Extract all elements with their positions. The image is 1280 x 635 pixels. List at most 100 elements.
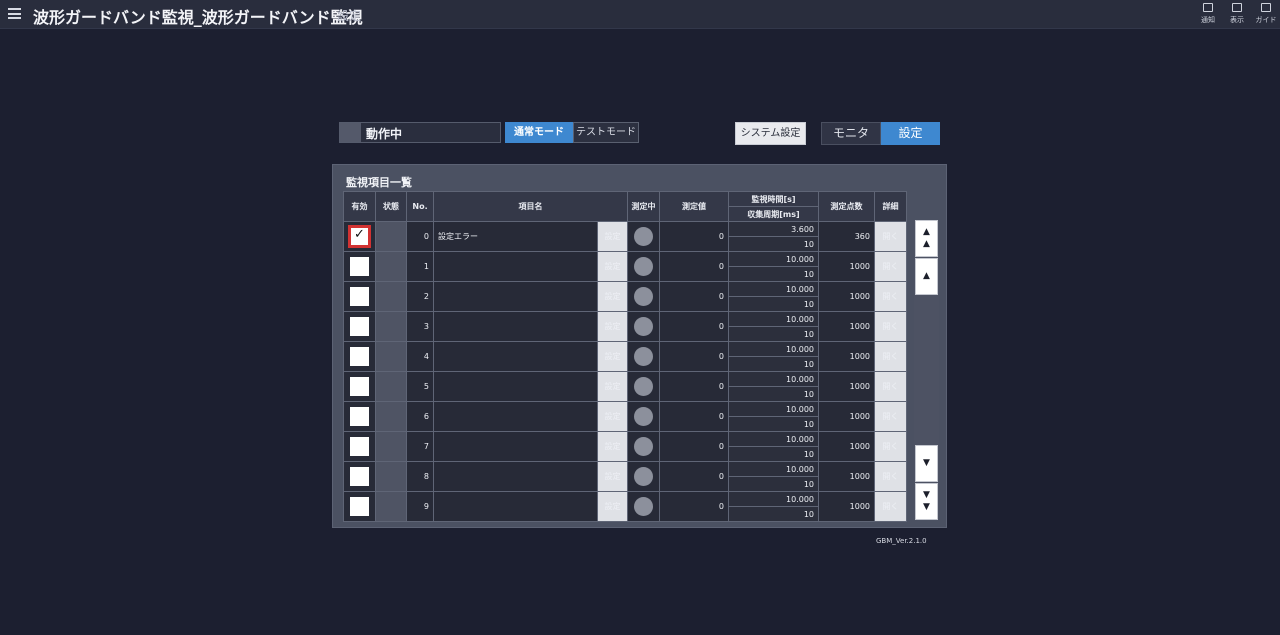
open-detail-button[interactable]: 開く <box>874 401 907 432</box>
open-detail-button[interactable]: 開く <box>874 311 907 342</box>
enabled-cell <box>343 251 376 282</box>
row-number: 5 <box>406 371 434 402</box>
enabled-cell <box>343 461 376 492</box>
scroll-bottom-button[interactable]: ▼ ▼ <box>915 483 938 520</box>
col-state: 状態 <box>375 191 407 222</box>
enabled-checkbox[interactable] <box>350 497 369 516</box>
hamburger-menu-icon[interactable] <box>8 8 21 19</box>
item-name <box>433 461 598 492</box>
state-indicator <box>375 401 407 432</box>
measuring-indicator <box>627 371 660 402</box>
row-number: 2 <box>406 281 434 312</box>
enabled-cell <box>343 431 376 462</box>
open-detail-button[interactable]: 開く <box>874 461 907 492</box>
point-count: 1000 <box>818 431 875 462</box>
measured-value: 0 <box>659 311 729 342</box>
item-settings-button[interactable]: 設定 <box>597 371 628 402</box>
state-indicator <box>375 461 407 492</box>
item-settings-button[interactable]: 設定 <box>597 341 628 372</box>
table-row: ✓ 0 設定エラー 設定 0 3.600 360 開く <box>343 221 907 252</box>
measuring-indicator <box>627 221 660 252</box>
measured-value: 0 <box>659 461 729 492</box>
open-detail-button[interactable]: 開く <box>874 431 907 462</box>
normal-mode-button[interactable]: 通常モード <box>505 122 573 143</box>
monitor-time-value: 10.000 <box>728 251 819 267</box>
notification-button[interactable]: 通知 <box>1196 3 1220 25</box>
item-settings-button[interactable]: 設定 <box>597 461 628 492</box>
scroll-up-button[interactable]: ▲ <box>915 258 938 295</box>
point-count: 360 <box>818 221 875 252</box>
row-number: 4 <box>406 341 434 372</box>
row-number: 3 <box>406 311 434 342</box>
enabled-cell <box>343 311 376 342</box>
enabled-checkbox[interactable] <box>350 407 369 426</box>
measuring-indicator <box>627 401 660 432</box>
state-indicator <box>375 281 407 312</box>
col-measured-value: 測定値 <box>659 191 729 222</box>
open-detail-button[interactable]: 開く <box>874 251 907 282</box>
down-arrow-icon: ▼ <box>923 458 930 468</box>
item-settings-button[interactable]: 設定 <box>597 221 628 252</box>
enabled-cell <box>343 281 376 312</box>
scroll-down-button[interactable]: ▼ <box>915 445 938 482</box>
guide-button[interactable]: ガイド <box>1254 3 1278 25</box>
open-detail-button[interactable]: 開く <box>874 281 907 312</box>
top-bar: 波形ガードバンド監視_波形ガードバンド監視 設定 通知 表示 ガイド <box>0 0 1280 29</box>
item-settings-button[interactable]: 設定 <box>597 491 628 522</box>
sample-period-value: 10 <box>728 416 819 432</box>
item-settings-button[interactable]: 設定 <box>597 311 628 342</box>
system-settings-button[interactable]: システム設定 <box>735 122 806 145</box>
table-row: 8 設定 0 10.000 1000 開く <box>343 461 907 492</box>
sample-period-value: 10 <box>728 356 819 372</box>
item-name <box>433 341 598 372</box>
measuring-lamp-icon <box>634 467 653 486</box>
table-row: 3 設定 0 10.000 1000 開く <box>343 311 907 342</box>
measuring-indicator <box>627 251 660 282</box>
item-settings-button[interactable]: 設定 <box>597 401 628 432</box>
monitor-time-value: 3.600 <box>728 221 819 237</box>
state-indicator <box>375 341 407 372</box>
measuring-lamp-icon <box>634 437 653 456</box>
enabled-cell <box>343 401 376 432</box>
measuring-indicator <box>627 431 660 462</box>
item-name <box>433 431 598 462</box>
tab-settings[interactable]: 設定 <box>881 122 940 145</box>
notification-label: 通知 <box>1201 16 1215 24</box>
item-name <box>433 281 598 312</box>
enabled-checkbox[interactable] <box>350 287 369 306</box>
enabled-checkbox[interactable] <box>350 257 369 276</box>
scroll-top-button[interactable]: ▲ ▲ <box>915 220 938 257</box>
measuring-indicator <box>627 311 660 342</box>
notification-icon <box>1203 3 1213 12</box>
display-label: 表示 <box>1230 16 1244 24</box>
panel-title: 監視項目一覧 <box>346 176 412 189</box>
monitor-time-value: 10.000 <box>728 311 819 327</box>
state-indicator <box>375 311 407 342</box>
measuring-lamp-icon <box>634 497 653 516</box>
check-icon: ✓ <box>354 227 365 242</box>
measuring-lamp-icon <box>634 317 653 336</box>
measured-value: 0 <box>659 341 729 372</box>
enabled-checkbox[interactable] <box>350 377 369 396</box>
sample-period-value: 10 <box>728 476 819 492</box>
table-row: 4 設定 0 10.000 1000 開く <box>343 341 907 372</box>
open-detail-button[interactable]: 開く <box>874 491 907 522</box>
item-settings-button[interactable]: 設定 <box>597 431 628 462</box>
col-item-name: 項目名 <box>433 191 628 222</box>
enabled-checkbox[interactable] <box>350 467 369 486</box>
enabled-checkbox[interactable] <box>350 317 369 336</box>
open-detail-button[interactable]: 開く <box>874 221 907 252</box>
item-settings-button[interactable]: 設定 <box>597 281 628 312</box>
item-settings-button[interactable]: 設定 <box>597 251 628 282</box>
col-measuring: 測定中 <box>627 191 660 222</box>
test-mode-button[interactable]: テストモード <box>573 122 639 143</box>
enabled-checkbox[interactable] <box>350 347 369 366</box>
display-button[interactable]: 表示 <box>1225 3 1249 25</box>
open-detail-button[interactable]: 開く <box>874 371 907 402</box>
enabled-checkbox[interactable]: ✓ <box>348 225 371 248</box>
row-number: 0 <box>406 221 434 252</box>
tab-monitor[interactable]: モニタ <box>821 122 881 145</box>
col-enabled: 有効 <box>343 191 376 222</box>
open-detail-button[interactable]: 開く <box>874 341 907 372</box>
enabled-checkbox[interactable] <box>350 437 369 456</box>
